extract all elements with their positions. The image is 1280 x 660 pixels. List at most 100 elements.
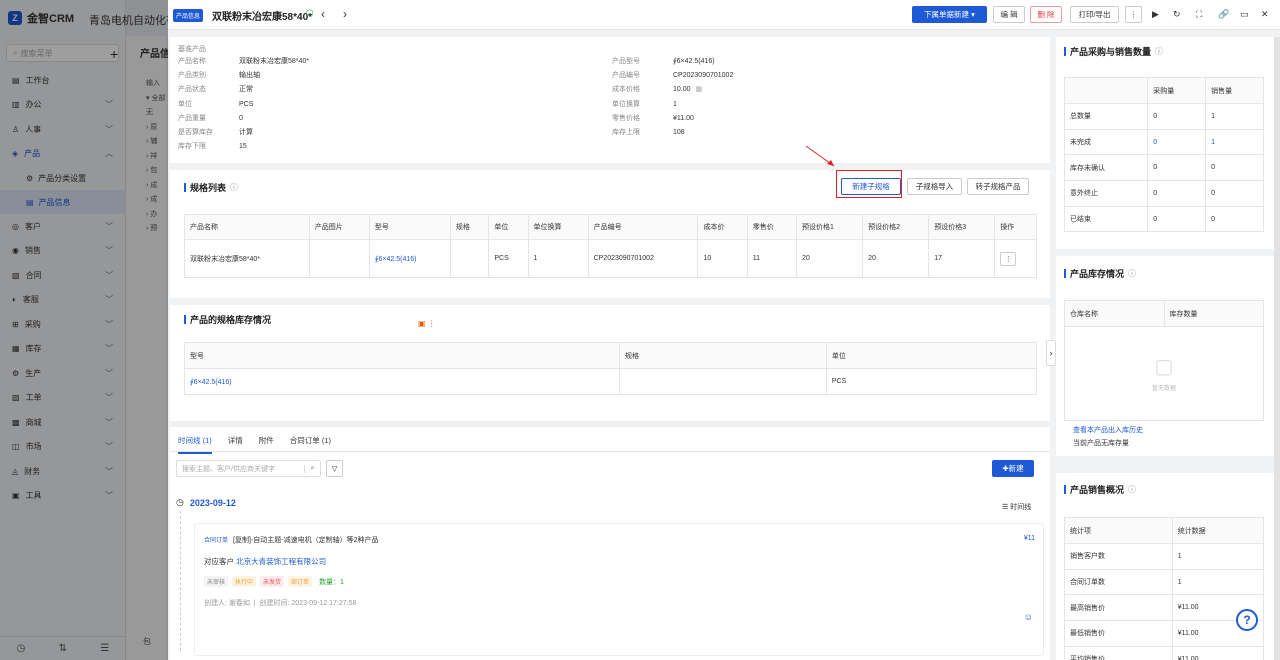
stock-history-link[interactable]: 查看本产品出入库历史	[1073, 425, 1143, 435]
comment-icon[interactable]: ☺	[1024, 612, 1033, 622]
table-header-row: 采购量 销售量	[1063, 77, 1264, 104]
table-cell: 0	[1147, 180, 1207, 207]
edit-button[interactable]: 编 辑	[993, 6, 1025, 23]
settings-icon[interactable]: ▣ ⋮	[418, 319, 436, 328]
help-icon[interactable]: ⓘ	[1128, 268, 1136, 279]
table-cell: 未完成	[1063, 128, 1149, 156]
table-header-row: 型号 规格 单位	[183, 342, 1038, 369]
field-value: 108	[673, 129, 685, 137]
cell-text: ¥11.00	[1177, 655, 1199, 660]
field-row: 单位换算 1	[612, 98, 733, 112]
field-label: 零售价格	[612, 114, 640, 122]
field-label: 产品状态	[178, 86, 206, 94]
field-label: 是否算库存	[178, 129, 213, 137]
table-row: 意外终止 0 0	[1063, 180, 1264, 207]
timeline-view-toggle[interactable]: ☰ 时间线	[1002, 502, 1031, 512]
new-document-button[interactable]: 下属单据新建 ▾	[912, 6, 987, 23]
field-row: 是否算库存 计算	[178, 126, 309, 140]
table-cell: 意外终止	[1063, 180, 1149, 207]
column-header: 单位	[488, 214, 529, 240]
column-header: 库存数量	[1163, 300, 1264, 327]
entry-header: 合同订单 [复制]-自动主题-减速电机（定制轴）等2种产品	[204, 535, 378, 545]
entry-quantity: 数量：1	[319, 579, 344, 586]
table-cell: 最高销售价	[1064, 594, 1173, 622]
filter-icon[interactable]: ▽	[326, 460, 343, 477]
cell-text: PCS	[494, 255, 509, 262]
field-label: 成本价格	[612, 86, 640, 94]
search-icon[interactable]: ⌕	[304, 464, 320, 473]
spec-stock-card: 产品的规格库存情况 ▣ ⋮ 型号 规格 单位 ∮6×42.5(416) PCS	[170, 305, 1050, 421]
scrollbar[interactable]	[1274, 37, 1280, 660]
cell-text: 销售客户数	[1070, 553, 1105, 561]
inventory-card: 产品库存情况 ⓘ 仓库名称 库存数量 ▢ 暂无数据 查看本产品出入库历史 当前产品无…	[1056, 256, 1274, 456]
modal-overlay[interactable]	[0, 0, 168, 660]
fullscreen-icon[interactable]: ⛶	[1196, 9, 1202, 20]
delete-button[interactable]: 删 除	[1030, 6, 1062, 23]
window-icon[interactable]: ▭	[1240, 9, 1249, 20]
refresh-icon[interactable]: ↻	[1173, 9, 1181, 20]
play-icon[interactable]: ▶	[1152, 9, 1159, 20]
product-drawer: 产品信息 双联粉末冶宏康58*40* ⬡ ‹ › 下属单据新建 ▾ 编 辑 删 …	[168, 0, 1280, 660]
column-header: 仓库名称	[1064, 300, 1165, 327]
cell-text: 1	[533, 255, 538, 262]
column-header: 统计项	[1064, 517, 1173, 544]
help-icon[interactable]: ⓘ	[1155, 46, 1163, 57]
product-title: 双联粉末冶宏康58*40*	[212, 12, 313, 23]
next-icon[interactable]: ›	[343, 7, 347, 21]
timeline-search-input[interactable]: 搜索主题、客户/供应商关键字 ⌕	[176, 460, 321, 477]
table-row: 销售客户数 1	[1064, 543, 1265, 570]
help-icon[interactable]: ⓘ	[230, 182, 238, 193]
close-icon[interactable]: ✕	[1261, 9, 1269, 20]
help-float-icon[interactable]: ?	[1236, 609, 1258, 631]
cell-text: 20	[802, 255, 810, 262]
timeline-line	[180, 511, 181, 651]
field-value: 15	[239, 143, 247, 151]
column-header: 预设价格2	[862, 214, 930, 240]
help-icon[interactable]: ⓘ	[1128, 484, 1136, 495]
entry-customer-row: 对应客户 北京大青装饰工程有限公司	[204, 557, 327, 566]
calculator-icon[interactable]: ▦	[696, 83, 703, 97]
sales-overview-title: 产品销售概况 ⓘ	[1064, 483, 1136, 496]
table-cell[interactable]: ∮6×42.5(416)	[183, 368, 621, 395]
link-icon[interactable]: 🔗	[1218, 9, 1229, 20]
table-cell: 0	[1205, 205, 1264, 233]
field-value: ∮6×42.5(416)	[673, 58, 715, 65]
entry-subject[interactable]: [复制]-自动主题-减速电机（定制轴）等2种产品	[233, 535, 378, 545]
more-icon[interactable]: ⋮	[1125, 6, 1142, 23]
column-header: 型号	[368, 214, 451, 240]
table-cell: 0	[1147, 154, 1207, 182]
spec-table: 产品名称 产品图片 型号 规格 单位 单位换算 产品编号 成本价 零售价 预设价格1 预设价格2 预设…	[184, 214, 1037, 278]
field-row: 产品状态 正常	[178, 83, 309, 97]
basic-info-card: 基准产品 产品名称 双联粉末冶宏康58*40* 产品类别 输出轴 产品状态 正常 单位 PCS…	[170, 37, 1050, 163]
cell-text: 平均销售价	[1070, 656, 1105, 660]
table-cell: 已结束	[1063, 205, 1149, 233]
table-cell[interactable]: ∮6×42.5(416)	[368, 239, 451, 278]
cell-text: ¥11.00	[1177, 629, 1199, 637]
collapse-handle-icon[interactable]: ›	[1046, 340, 1056, 366]
entry-customer-link[interactable]: 北京大青装饰工程有限公司	[236, 557, 326, 566]
timeline-new-button[interactable]: ✚ 新建	[992, 460, 1034, 477]
field-value: 双联粉末冶宏康58*40*	[239, 58, 310, 65]
convert-sub-spec-button[interactable]: 转子规格产品	[967, 178, 1029, 195]
cell-text: 0	[1153, 112, 1158, 120]
column-header: 预设价格3	[928, 214, 996, 240]
table-cell: 总数量	[1063, 103, 1149, 130]
prev-icon[interactable]: ‹	[321, 7, 325, 21]
more-icon[interactable]: ⋮	[1000, 251, 1017, 266]
purchase-sales-card: 产品采购与销售数量 ⓘ 采购量 销售量 总数量 0 1 未完成 0 1 库存未确认 0 0 意外终止 0 0…	[1056, 37, 1274, 249]
status-badge: 未审核	[204, 576, 229, 587]
field-value: 输出轴	[239, 72, 260, 80]
cell-text: 意外终止	[1070, 190, 1098, 198]
import-sub-spec-button[interactable]: 子规格导入	[907, 178, 962, 195]
table-header-row: 产品名称 产品图片 型号 规格 单位 单位换算 产品编号 成本价 零售价 预设价格1 预设价格2 预设…	[184, 214, 1037, 240]
field-label: 单位换算	[612, 100, 640, 108]
field-value: CP2023090701002	[673, 72, 734, 80]
entry-type: 合同订单	[204, 538, 229, 544]
timeline-entry[interactable]: 合同订单 [复制]-自动主题-减速电机（定制轴）等2种产品 ¥11 对应客户 北…	[194, 523, 1044, 656]
table-cell: 最低销售价	[1064, 620, 1173, 647]
print-export-button[interactable]: 打印/导出	[1070, 6, 1119, 23]
table-cell: 0	[1147, 103, 1207, 130]
table-row: ∮6×42.5(416) PCS	[183, 368, 1038, 395]
field-label: 单位	[178, 100, 192, 108]
field-value: 1	[673, 100, 677, 108]
